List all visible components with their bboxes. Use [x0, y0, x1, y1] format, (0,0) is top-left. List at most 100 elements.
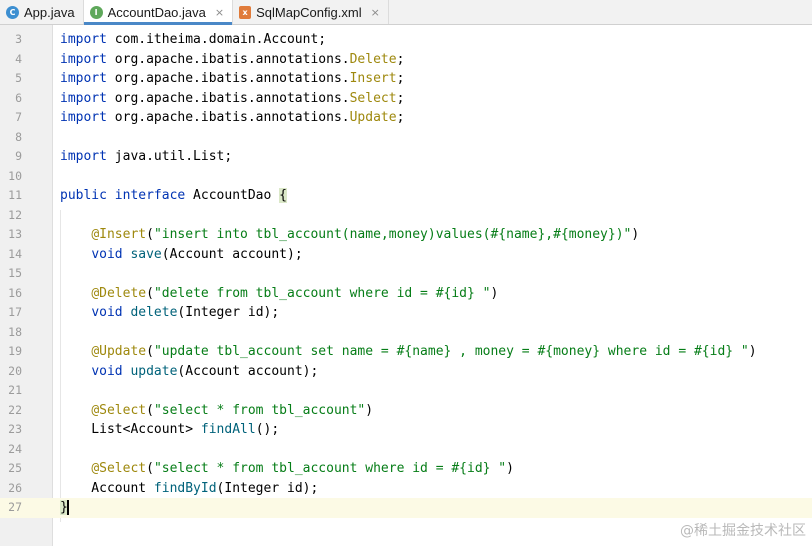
code-text: void update(Account account);	[60, 362, 318, 382]
code-text: @Update("update tbl_account set name = #…	[60, 342, 757, 362]
plain-token: (	[146, 461, 154, 476]
keyword-token: import	[60, 51, 107, 67]
keyword-token: import	[60, 110, 107, 125]
line-number: 21	[8, 383, 22, 397]
code-line[interactable]: 21	[0, 381, 812, 401]
method-token: save	[130, 246, 162, 262]
plain-token: com.itheima.domain.Account;	[106, 32, 327, 47]
code-line[interactable]: 24	[0, 440, 812, 460]
code-line[interactable]: 11 public interface AccountDao {	[0, 186, 812, 206]
code-text: Account findById(Integer id);	[60, 479, 318, 499]
code-text: }	[60, 498, 69, 518]
line-number: 16	[8, 285, 22, 300]
string-token: "update tbl_account set name = #{name} ,…	[153, 344, 749, 359]
tab-accountdao-java[interactable]: I AccountDao.java ×	[83, 0, 234, 25]
line-number: 6	[15, 90, 22, 105]
code-line[interactable]: 15	[0, 264, 812, 284]
line-number: 5	[15, 71, 22, 85]
string-token: "delete from tbl_account where id = #{id…	[153, 285, 491, 301]
code-text: void save(Account account);	[60, 245, 303, 265]
code-line[interactable]: 17 void delete(Integer id);	[0, 303, 812, 323]
plain-token: ;	[396, 51, 405, 67]
annotation-token: @Delete	[91, 285, 147, 301]
code-line[interactable]: 19 @Update("update tbl_account set name …	[0, 342, 812, 362]
code-line[interactable]: 14 void save(Account account);	[0, 245, 812, 265]
code-line[interactable]: 8	[0, 128, 812, 148]
editor-tab-bar: C App.java I AccountDao.java × x SqlMapConfig.…	[0, 0, 812, 25]
keyword-token: public interface	[60, 188, 186, 203]
keyword-token: import	[60, 90, 107, 106]
code-text: import org.apache.ibatis.annotations.Del…	[60, 50, 404, 70]
line-number: 3	[15, 32, 22, 46]
code-line[interactable]: 3 import com.itheima.domain.Account;	[0, 30, 812, 50]
text-cursor	[66, 500, 69, 515]
annotation-token: @Select	[91, 402, 147, 418]
method-token: findById	[153, 480, 217, 496]
plain-token: ;	[396, 71, 405, 86]
code-text: import org.apache.ibatis.annotations.Ins…	[60, 69, 404, 89]
code-line[interactable]: 16 @Delete("delete from tbl_account wher…	[0, 284, 812, 304]
code-line[interactable]: 9 import java.util.List;	[0, 147, 812, 167]
code-line[interactable]: 22 @Select("select * from tbl_account")	[0, 401, 812, 421]
code-line[interactable]: 13 @Insert("insert into tbl_account(name…	[0, 225, 812, 245]
plain-token: )	[506, 461, 514, 476]
close-icon[interactable]: ×	[215, 6, 224, 19]
tab-sqlmapconfig-xml[interactable]: x SqlMapConfig.xml ×	[233, 0, 389, 24]
tab-label: App.java	[24, 4, 75, 20]
plain-token: (Account account);	[161, 246, 303, 262]
annotation-token: Delete	[349, 51, 397, 67]
code-line[interactable]: 7 import org.apache.ibatis.annotations.Up…	[0, 108, 812, 128]
line-number: 23	[8, 422, 22, 436]
annotation-token: Update	[349, 110, 397, 125]
plain-token: org.apache.ibatis.annotations.	[106, 71, 350, 86]
code-line[interactable]: 4 import org.apache.ibatis.annotations.De…	[0, 50, 812, 70]
code-text: import java.util.List;	[60, 147, 232, 167]
plain-token: )	[490, 285, 499, 301]
plain-token: List<Account>	[60, 422, 201, 437]
plain-token: (	[146, 344, 154, 359]
plain-token: org.apache.ibatis.annotations.	[106, 110, 350, 125]
plain-token: (	[146, 285, 154, 301]
code-line[interactable]: 25 @Select("select * from tbl_account wh…	[0, 459, 812, 479]
code-line[interactable]: 26 Account findById(Integer id);	[0, 479, 812, 499]
line-number: 26	[8, 480, 22, 495]
keyword-token: void	[91, 246, 123, 262]
tab-label: SqlMapConfig.xml	[256, 4, 362, 20]
code-line[interactable]: 20 void update(Account account);	[0, 362, 812, 382]
code-text: import com.itheima.domain.Account;	[60, 30, 326, 50]
line-number: 14	[8, 246, 22, 261]
code-line[interactable]: 27}	[0, 498, 812, 518]
plain-token: )	[365, 402, 374, 418]
keyword-token: import	[60, 32, 107, 47]
plain-token: )	[748, 344, 757, 359]
keyword-token: import	[60, 71, 107, 86]
matched-brace: {	[279, 188, 287, 203]
plain-token: )	[631, 227, 640, 242]
line-number: 24	[8, 441, 22, 456]
code-line[interactable]: 5 import org.apache.ibatis.annotations.In…	[0, 69, 812, 89]
code-line[interactable]: 10	[0, 167, 812, 187]
code-text: @Select("select * from tbl_account where…	[60, 459, 514, 479]
line-number: 22	[8, 402, 22, 417]
code-text: List<Account> findAll();	[60, 420, 279, 440]
interface-file-icon: I	[89, 5, 103, 19]
code-line[interactable]: 12	[0, 206, 812, 226]
code-line[interactable]: 6 import org.apache.ibatis.annotations.Se…	[0, 89, 812, 109]
code-text: @Insert("insert into tbl_account(name,mo…	[60, 225, 639, 245]
code-editor[interactable]: 3 import com.itheima.domain.Account; 4 impo…	[0, 25, 812, 546]
plain-token: (	[146, 227, 154, 242]
keyword-token: void	[91, 363, 123, 379]
code-line[interactable]: 18	[0, 323, 812, 343]
code-line[interactable]: 23 List<Account> findAll();	[0, 420, 812, 440]
tab-app-java[interactable]: C App.java	[0, 0, 84, 24]
plain-token: (	[146, 402, 154, 418]
plain-token: (Integer id);	[216, 480, 319, 496]
line-number: 18	[8, 324, 22, 339]
close-icon[interactable]: ×	[371, 6, 380, 19]
method-token: update	[130, 363, 178, 379]
